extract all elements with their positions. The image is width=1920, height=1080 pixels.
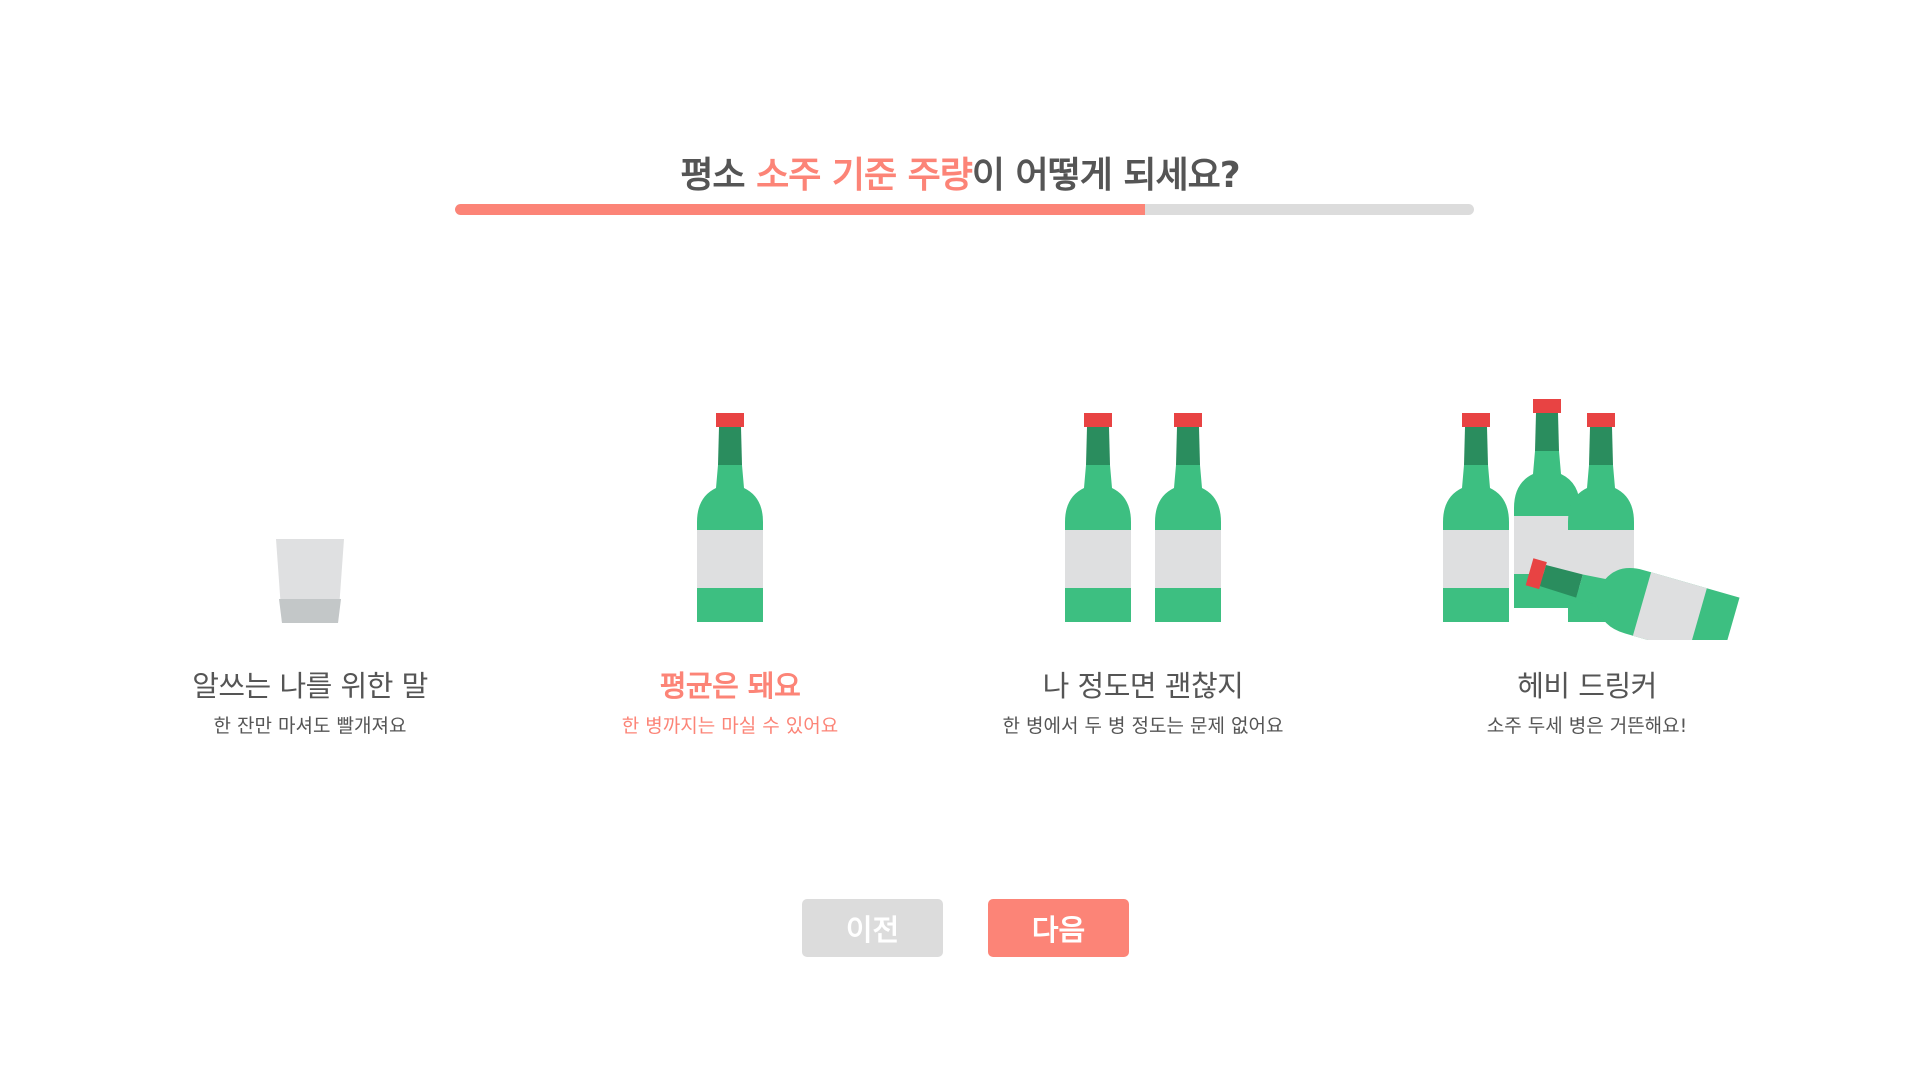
- soju-glass-icon: [120, 380, 500, 640]
- question-highlight: 소주 기준 주량: [756, 155, 973, 197]
- option-description: 한 병까지는 마실 수 있어요: [621, 715, 839, 737]
- option-title: 나 정도면 괜찮지: [1042, 669, 1244, 703]
- option-description: 한 잔만 마셔도 빨개져요: [213, 715, 407, 737]
- option-good-drinker[interactable]: 나 정도면 괜찮지 한 병에서 두 병 정도는 문제 없어요: [953, 380, 1333, 740]
- option-average-drinker[interactable]: 평균은 돼요 한 병까지는 마실 수 있어요: [540, 380, 920, 740]
- option-light-drinker[interactable]: 알쓰는 나를 위한 말 한 잔만 마셔도 빨개져요: [120, 380, 500, 740]
- many-bottles-icon: [1397, 380, 1777, 640]
- option-title: 평균은 돼요: [659, 669, 801, 703]
- one-bottle-icon: [540, 380, 920, 640]
- question-prefix: 평소: [680, 155, 757, 197]
- option-description: 소주 두세 병은 거뜬해요!: [1486, 715, 1688, 737]
- question-title: 평소 소주 기준 주량이 어떻게 되세요?: [0, 146, 1920, 198]
- option-title: 알쓰는 나를 위한 말: [192, 669, 428, 703]
- option-heavy-drinker[interactable]: 헤비 드링커 소주 두세 병은 거뜬해요!: [1397, 380, 1777, 740]
- question-suffix: 이 어떻게 되세요?: [971, 155, 1241, 197]
- two-bottles-icon: [953, 380, 1333, 640]
- option-title: 헤비 드링커: [1517, 669, 1657, 703]
- drink-amount-options: 알쓰는 나를 위한 말 한 잔만 마셔도 빨개져요 평균은 돼요 한 병까지는 …: [0, 380, 1920, 740]
- progress-bar-fill: [455, 204, 1145, 215]
- progress-bar: [455, 204, 1474, 215]
- next-button[interactable]: 다음: [988, 899, 1129, 957]
- prev-button[interactable]: 이전: [802, 899, 943, 957]
- option-description: 한 병에서 두 병 정도는 문제 없어요: [1002, 715, 1284, 737]
